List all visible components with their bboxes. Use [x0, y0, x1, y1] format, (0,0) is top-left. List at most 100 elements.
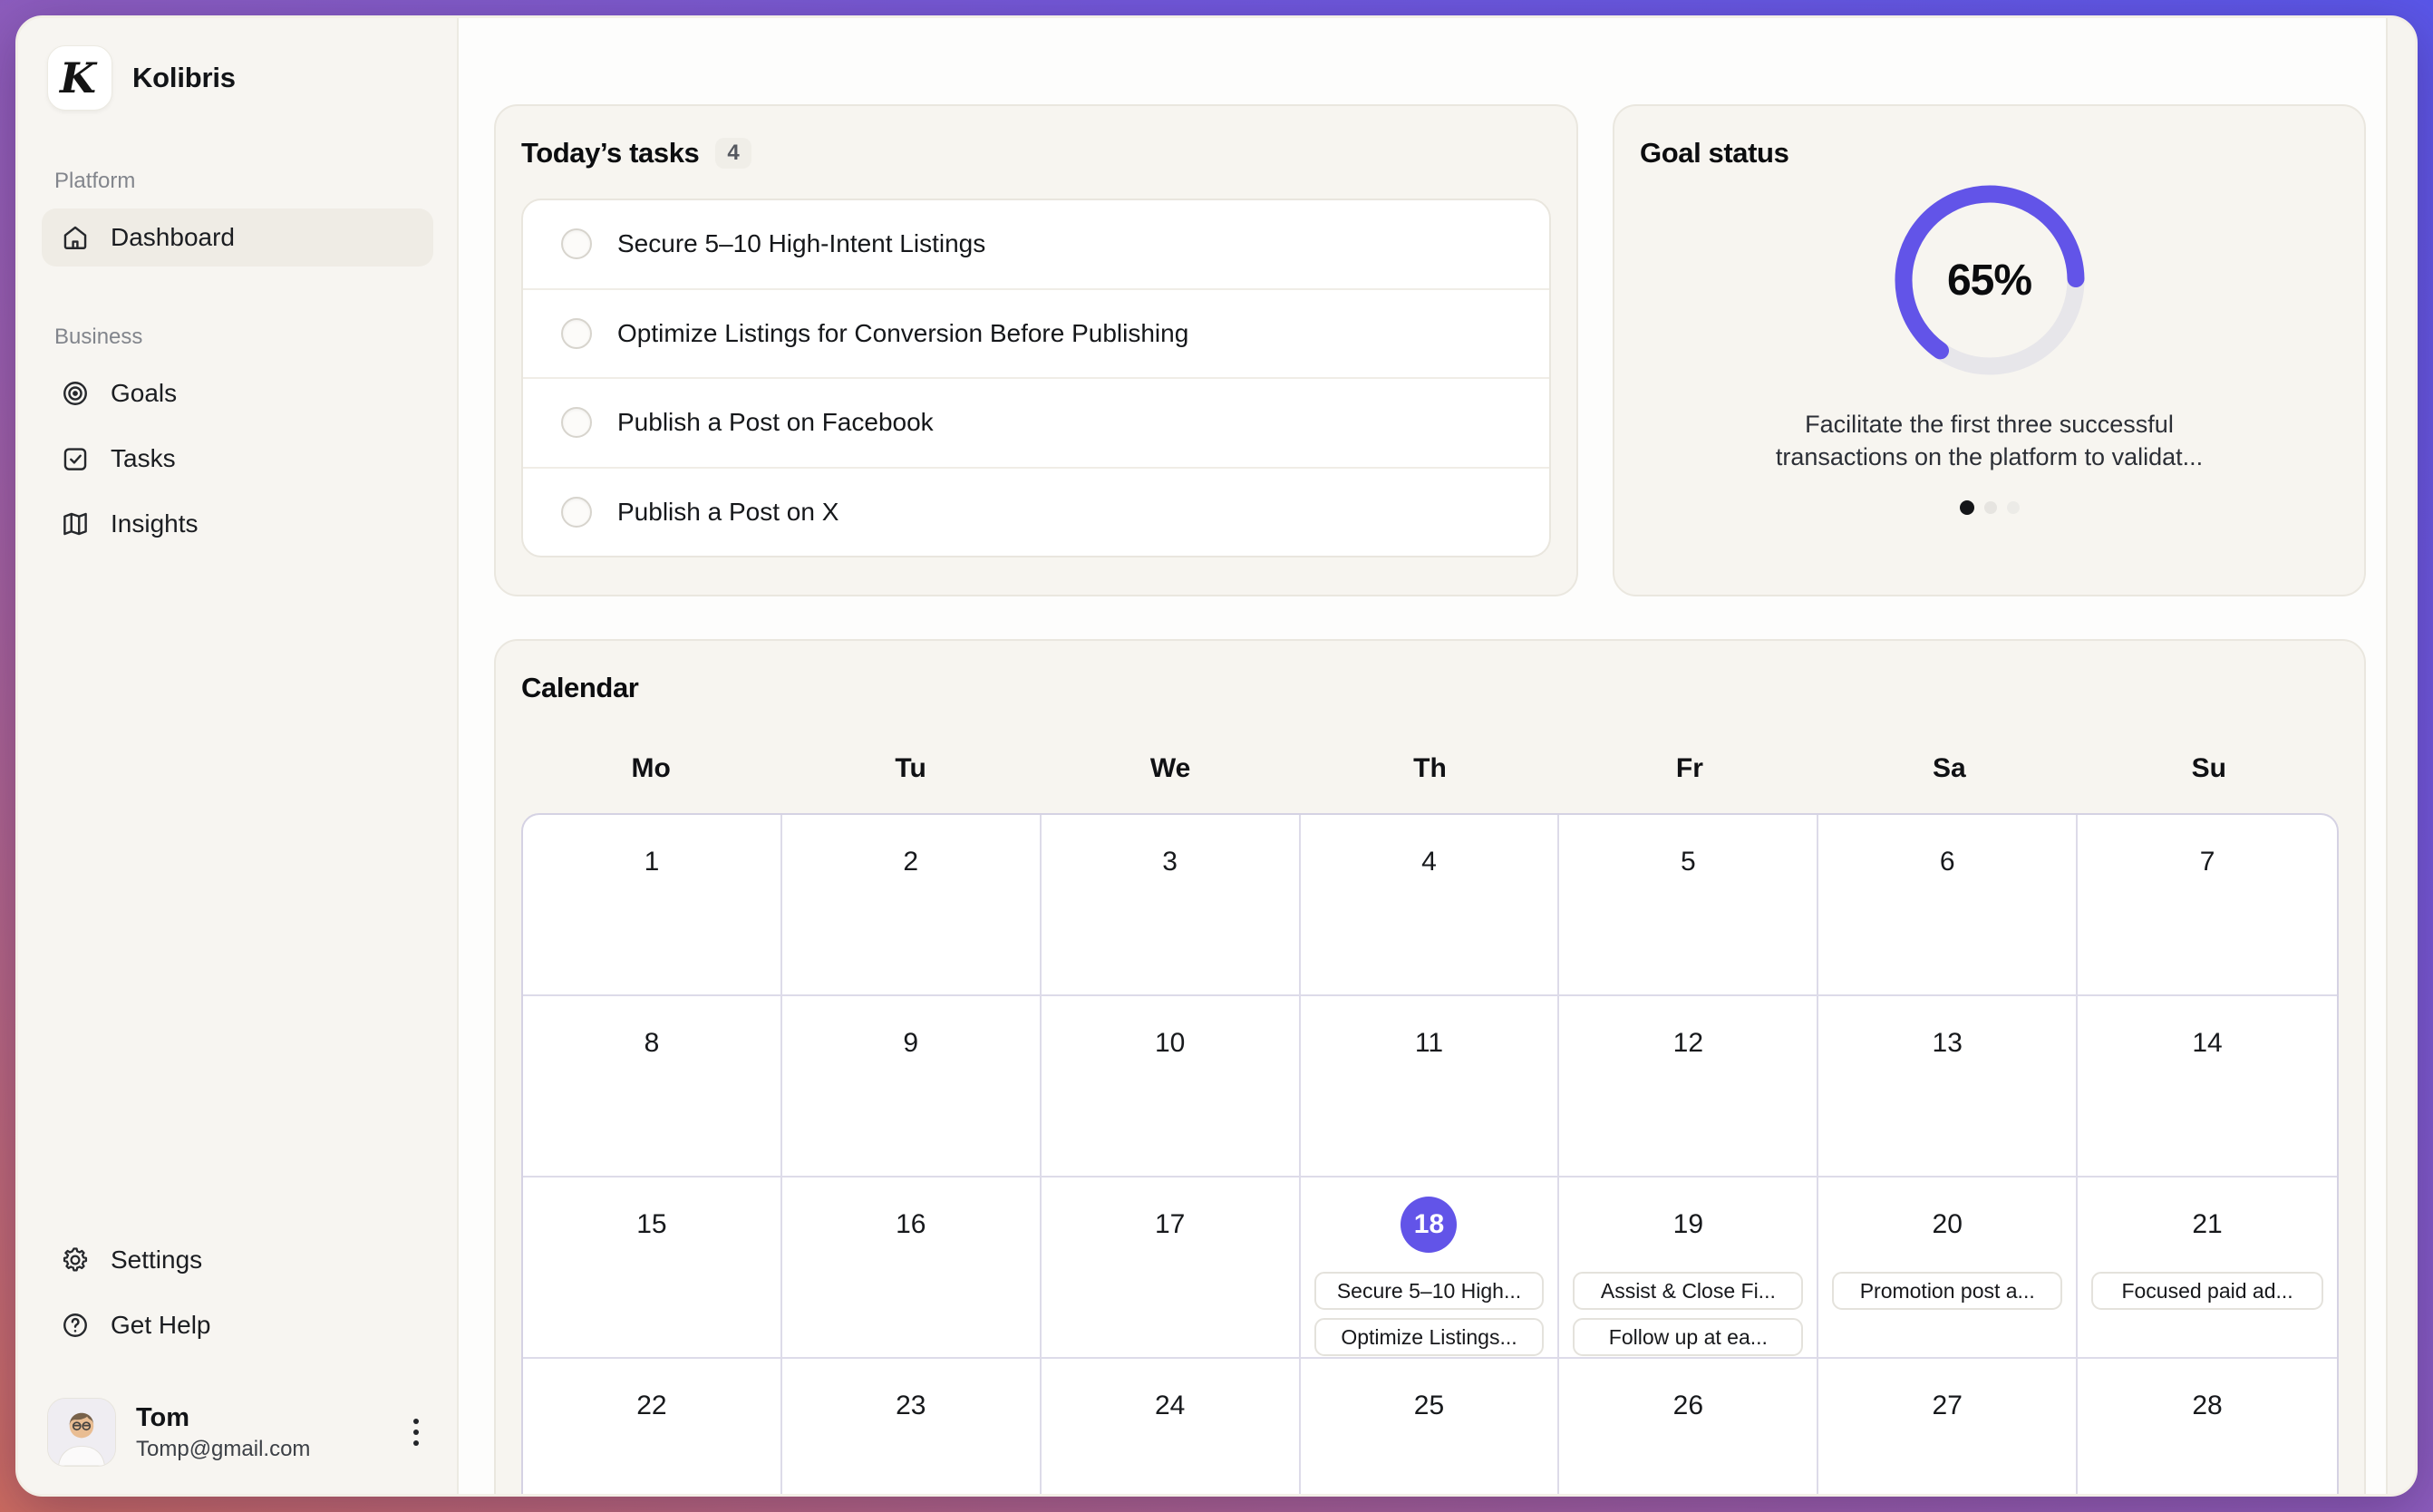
calendar-cell[interactable]: 7 [2078, 815, 2337, 996]
map-icon [60, 509, 91, 539]
weekday-label: Th [1300, 753, 1559, 784]
sidebar-item-label: Tasks [111, 444, 176, 473]
calendar-event-chip[interactable]: Secure 5–10 High... [1314, 1272, 1545, 1310]
calendar-cell[interactable]: 23 [782, 1359, 1042, 1497]
carousel-dot[interactable] [2007, 501, 2020, 514]
calendar-cell[interactable]: 22 [523, 1359, 782, 1497]
sidebar-item-goals[interactable]: Goals [42, 364, 433, 422]
calendar-cell[interactable]: 9 [782, 996, 1042, 1178]
calendar-cell[interactable]: 11 [1301, 996, 1560, 1178]
calendar-event-chip[interactable]: Focused paid ad... [2091, 1272, 2323, 1310]
task-list: Secure 5–10 High-Intent Listings Optimiz… [521, 199, 1551, 557]
task-label: Optimize Listings for Conversion Before … [617, 319, 1188, 348]
sidebar-item-label: Get Help [111, 1311, 211, 1340]
day-number: 28 [2192, 1391, 2222, 1421]
day-number: 8 [645, 1028, 660, 1059]
sidebar-item-label: Dashboard [111, 223, 235, 252]
calendar-cell[interactable]: 8 [523, 996, 782, 1178]
day-number: 6 [1940, 847, 1955, 877]
brand-name: Kolibris [132, 62, 236, 94]
user-name: Tom [136, 1403, 310, 1433]
day-number: 10 [1155, 1028, 1185, 1059]
weekday-label: Tu [780, 753, 1040, 784]
weekday-label: Mo [521, 753, 780, 784]
calendar-cell[interactable]: 24 [1042, 1359, 1301, 1497]
day-number: 19 [1673, 1209, 1703, 1240]
day-number: 14 [2192, 1028, 2222, 1059]
calendar-cell[interactable]: 12 [1559, 996, 1818, 1178]
goal-status-card: Goal status 65% Facilitate the first thr… [1613, 104, 2366, 596]
sidebar-item-dashboard[interactable]: Dashboard [42, 208, 433, 267]
kolibris-logo-icon: K [47, 45, 112, 111]
day-number: 9 [903, 1028, 918, 1059]
task-row[interactable]: Publish a Post on Facebook [523, 377, 1549, 467]
calendar-cell[interactable]: 16 [782, 1178, 1042, 1359]
weekday-label: Fr [1560, 753, 1819, 784]
sidebar-item-insights[interactable]: Insights [42, 495, 433, 553]
calendar-event-chip[interactable]: Optimize Listings... [1314, 1318, 1545, 1356]
task-label: Publish a Post on Facebook [617, 408, 934, 437]
sidebar-sections: Platform DashboardBusiness Goals Tasks I… [42, 111, 433, 560]
calendar-cell[interactable]: 25 [1301, 1359, 1560, 1497]
day-number: 15 [636, 1209, 666, 1240]
day-number: 13 [1933, 1028, 1963, 1059]
user-meta: Tom Tomp@gmail.com [136, 1403, 310, 1462]
gear-icon [60, 1245, 91, 1275]
calendar-cell[interactable]: 14 [2078, 996, 2337, 1178]
calendar-cell[interactable]: 19 Assist & Close Fi... Follow up at ea... [1559, 1178, 1818, 1359]
tasks-count-badge: 4 [715, 138, 751, 169]
carousel-dot[interactable] [1960, 500, 1974, 515]
day-number: 24 [1155, 1391, 1185, 1421]
task-checkbox[interactable] [561, 318, 592, 349]
weekday-label: Sa [1819, 753, 2079, 784]
calendar-cell[interactable]: 13 [1818, 996, 2078, 1178]
tasks-card-title: Today’s tasks [521, 137, 699, 170]
day-number: 27 [1933, 1391, 1963, 1421]
sidebar-item-label: Settings [111, 1245, 202, 1275]
calendar-cell[interactable]: 18Secure 5–10 High...Optimize Listings..… [1301, 1178, 1560, 1359]
calendar-cell[interactable]: 26 [1559, 1359, 1818, 1497]
calendar-event-chip[interactable]: Assist & Close Fi... [1573, 1272, 1803, 1310]
day-number: 3 [1162, 847, 1178, 877]
day-number: 20 [1933, 1209, 1963, 1240]
task-checkbox[interactable] [561, 497, 592, 528]
sidebar-item-settings[interactable]: Settings [42, 1231, 433, 1289]
brand[interactable]: K Kolibris [47, 45, 433, 111]
task-row[interactable]: Optimize Listings for Conversion Before … [523, 288, 1549, 378]
calendar-cell[interactable]: 5 [1559, 815, 1818, 996]
calendar-cell[interactable]: 10 [1042, 996, 1301, 1178]
weekday-label: We [1041, 753, 1300, 784]
calendar-cell[interactable]: 3 [1042, 815, 1301, 996]
calendar-cell[interactable]: 27 [1818, 1359, 2078, 1497]
task-checkbox[interactable] [561, 407, 592, 438]
day-number: 25 [1414, 1391, 1444, 1421]
task-row[interactable]: Publish a Post on X [523, 467, 1549, 557]
calendar-cell[interactable]: 15 [523, 1178, 782, 1359]
carousel-dot[interactable] [1984, 501, 1997, 514]
day-number: 23 [896, 1391, 926, 1421]
calendar-cell[interactable]: 2 [782, 815, 1042, 996]
calendar-cell[interactable]: 17 [1042, 1178, 1301, 1359]
day-number: 1 [645, 847, 660, 877]
task-checkbox[interactable] [561, 228, 592, 259]
goal-description: Facilitate the first three successful tr… [1776, 409, 2203, 473]
calendar-cell[interactable]: 20 Promotion post a... [1818, 1178, 2078, 1359]
calendar-event-chip[interactable]: Follow up at ea... [1573, 1318, 1803, 1356]
user-email: Tomp@gmail.com [136, 1437, 310, 1462]
calendar-weekday-row: MoTuWeThFrSaSu [521, 753, 2339, 784]
sidebar-item-get-help[interactable]: Get Help [42, 1296, 433, 1354]
scrollbar[interactable] [2386, 18, 2415, 1494]
calendar-cell[interactable]: 1 [523, 815, 782, 996]
goal-carousel-dots [1960, 500, 2020, 515]
calendar-cell[interactable]: 6 [1818, 815, 2078, 996]
kebab-menu-icon[interactable] [404, 1410, 428, 1455]
user-row[interactable]: Tom Tomp@gmail.com [42, 1398, 433, 1467]
calendar-event-chip[interactable]: Promotion post a... [1832, 1272, 2062, 1310]
sidebar-section-label: Business [54, 325, 433, 350]
task-row[interactable]: Secure 5–10 High-Intent Listings [523, 200, 1549, 288]
calendar-cell[interactable]: 4 [1301, 815, 1560, 996]
calendar-cell[interactable]: 21Focused paid ad... [2078, 1178, 2337, 1359]
sidebar-item-tasks[interactable]: Tasks [42, 430, 433, 488]
calendar-cell[interactable]: 28 [2078, 1359, 2337, 1497]
goal-percent-label: 65% [1885, 175, 2095, 385]
